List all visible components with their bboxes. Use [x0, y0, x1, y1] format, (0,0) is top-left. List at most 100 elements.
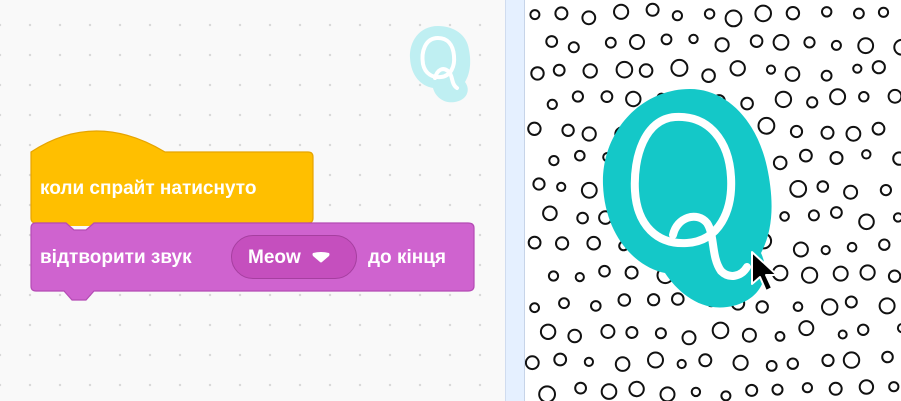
backdrop-dot — [532, 177, 546, 191]
backdrop-dot — [582, 63, 598, 79]
backdrop-dot — [671, 10, 683, 22]
backdrop-dot — [581, 126, 597, 142]
backdrop-dot — [821, 6, 833, 18]
when-sprite-clicked-hat-block[interactable] — [30, 128, 320, 226]
backdrop-dot — [660, 33, 673, 46]
backdrop-dot — [548, 155, 560, 167]
backdrop-dot — [732, 354, 749, 371]
backdrop-dot — [574, 149, 586, 162]
backdrop-dot — [806, 96, 819, 109]
backdrop-dot — [614, 356, 631, 372]
backdrop-dot — [888, 381, 900, 393]
backdrop-dot — [556, 181, 567, 192]
backdrop-dot — [858, 91, 870, 103]
backdrop-dot — [786, 357, 799, 370]
backdrop-dot — [879, 184, 892, 197]
backdrop-dot — [881, 350, 894, 364]
backdrop-dot — [553, 352, 568, 367]
backdrop-dot — [554, 236, 570, 251]
backdrop-dot — [859, 264, 876, 281]
backdrop-dot — [837, 329, 848, 340]
backdrop-dot — [647, 351, 664, 369]
backdrop-dot — [530, 66, 545, 81]
backdrop-dot — [698, 353, 713, 368]
backdrop-dot — [654, 327, 667, 340]
backdrop-dot — [547, 270, 560, 282]
backdrop-dot — [615, 60, 634, 79]
backdrop-dot — [745, 383, 759, 397]
backdrop-dot — [711, 321, 730, 340]
hat-block-label: коли спрайт натиснуто — [40, 178, 257, 199]
dropdown-arrow-icon — [312, 252, 330, 263]
backdrop-dot — [629, 34, 645, 50]
backdrop-dot — [681, 330, 697, 346]
backdrop-dot — [816, 180, 830, 193]
backdrop-dot — [749, 34, 764, 49]
backdrop-dot — [765, 64, 777, 75]
backdrop-dot — [892, 212, 901, 223]
backdrop-dot — [830, 39, 842, 51]
backdrop-dot — [792, 301, 804, 313]
backdrop-dot — [801, 266, 819, 284]
backdrop-dot — [567, 41, 580, 54]
backdrop-dot — [574, 272, 585, 283]
backdrop-dot — [720, 390, 732, 401]
backdrop-dot — [807, 209, 820, 222]
backdrop-dot — [561, 123, 575, 138]
backdrop-dot — [857, 323, 870, 336]
backdrop-dot — [828, 381, 843, 396]
backdrop-dot — [613, 3, 630, 20]
backdrop-dot — [878, 238, 891, 251]
backdrop-dot — [784, 66, 801, 82]
backdrop-dot — [789, 124, 804, 139]
backdrop-dot — [878, 297, 896, 315]
backdrop-dot — [832, 265, 849, 282]
sound-block-suffix: до кінця — [368, 247, 446, 268]
backdrop-dot — [803, 36, 816, 49]
backdrop-dot — [688, 33, 699, 45]
backdrop-dot — [576, 211, 589, 225]
backdrop-dot — [754, 4, 772, 23]
backdrop-dot — [858, 213, 875, 231]
backdrop-dot — [799, 148, 813, 163]
backdrop-dot — [858, 379, 875, 395]
backdrop-dot — [846, 241, 858, 253]
backdrop-dot — [571, 90, 585, 103]
backdrop-dot — [529, 302, 541, 314]
backdrop-dot — [845, 125, 862, 142]
backdrop-dot — [871, 60, 886, 75]
mouse-pointer-icon — [751, 251, 778, 292]
backdrop-dot — [659, 386, 676, 401]
code-area[interactable]: коли спрайт натиснуто відтворити звук Me… — [0, 0, 505, 401]
backdrop-dot — [857, 37, 875, 55]
backdrop-dot — [820, 245, 831, 256]
backdrop-dot — [538, 385, 556, 401]
sound-dropdown[interactable]: Meow — [231, 235, 357, 279]
backdrop-dot — [829, 151, 844, 165]
backdrop-dot — [771, 383, 784, 396]
stage[interactable] — [525, 0, 901, 401]
backdrop-dot — [552, 63, 566, 77]
backdrop-dot — [600, 324, 616, 339]
backdrop-dot — [714, 37, 730, 53]
backdrop-dot — [638, 63, 654, 78]
backdrop-dot — [628, 380, 645, 398]
backdrop-dot — [820, 125, 835, 140]
backdrop-dot — [821, 353, 835, 367]
backdrop-dot — [645, 2, 660, 17]
sound-dropdown-value: Meow — [248, 246, 301, 268]
backdrop-dot — [844, 295, 858, 309]
backdrop-dot — [853, 7, 865, 20]
backdrop-dot — [774, 331, 786, 342]
backdrop-dot — [701, 68, 716, 83]
backdrop-dot — [625, 326, 639, 339]
letter-q-sprite-thumbnail-icon[interactable] — [405, 22, 475, 106]
backdrop-dot — [861, 149, 872, 160]
backdrop-dot — [724, 9, 743, 28]
backdrop-dot — [765, 360, 778, 372]
backdrop-dot — [676, 358, 687, 370]
panel-divider[interactable] — [505, 0, 525, 401]
backdrop-dot — [546, 98, 558, 111]
backdrop-dot — [801, 382, 813, 394]
backdrop-dot — [581, 10, 597, 26]
